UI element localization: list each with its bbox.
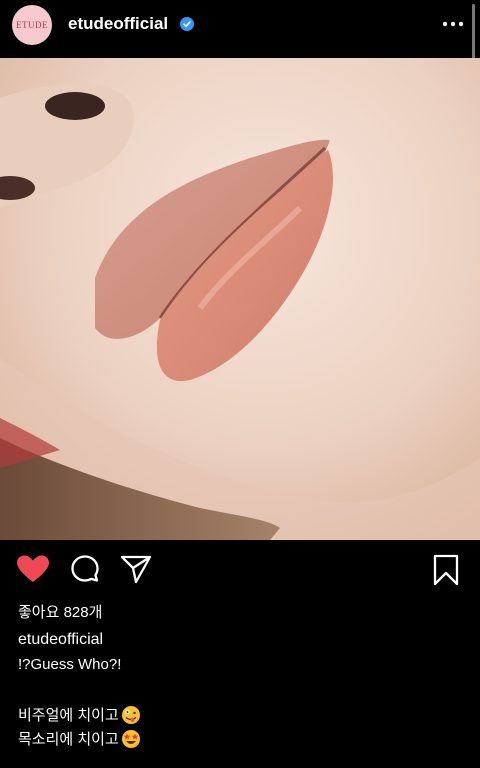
lips-closeup-photo bbox=[0, 58, 480, 540]
heart-icon[interactable] bbox=[16, 554, 50, 584]
caption-username[interactable]: etudeofficial bbox=[18, 631, 103, 649]
caption-line-2-text: 비주얼에 치이고 bbox=[18, 707, 119, 724]
zany-face-emoji bbox=[121, 705, 140, 724]
avatar-logo-text: ETUDE bbox=[16, 20, 48, 30]
caption-line-2: 비주얼에 치이고 bbox=[18, 704, 141, 725]
verified-badge-icon bbox=[180, 17, 194, 31]
bookmark-icon[interactable] bbox=[432, 554, 460, 586]
header-username[interactable]: etudeofficial bbox=[68, 14, 168, 34]
caption-line-3-text: 목소리에 치이고 bbox=[18, 731, 119, 748]
likes-count[interactable]: 좋아요 828개 bbox=[18, 601, 102, 622]
post-header: ETUDE etudeofficial bbox=[0, 0, 480, 76]
post-photo[interactable] bbox=[0, 58, 480, 540]
caption-line-1: !?Guess Who?! bbox=[18, 656, 121, 673]
caption-line-1-text: !?Guess Who?! bbox=[18, 656, 122, 673]
action-bar bbox=[0, 546, 480, 596]
comment-icon[interactable] bbox=[70, 554, 100, 584]
profile-avatar[interactable]: ETUDE bbox=[12, 5, 52, 45]
send-icon[interactable] bbox=[120, 554, 152, 584]
star-struck-emoji bbox=[121, 729, 140, 748]
more-options-icon[interactable] bbox=[440, 14, 466, 34]
caption-line-3: 목소리에 치이고 bbox=[18, 728, 141, 749]
